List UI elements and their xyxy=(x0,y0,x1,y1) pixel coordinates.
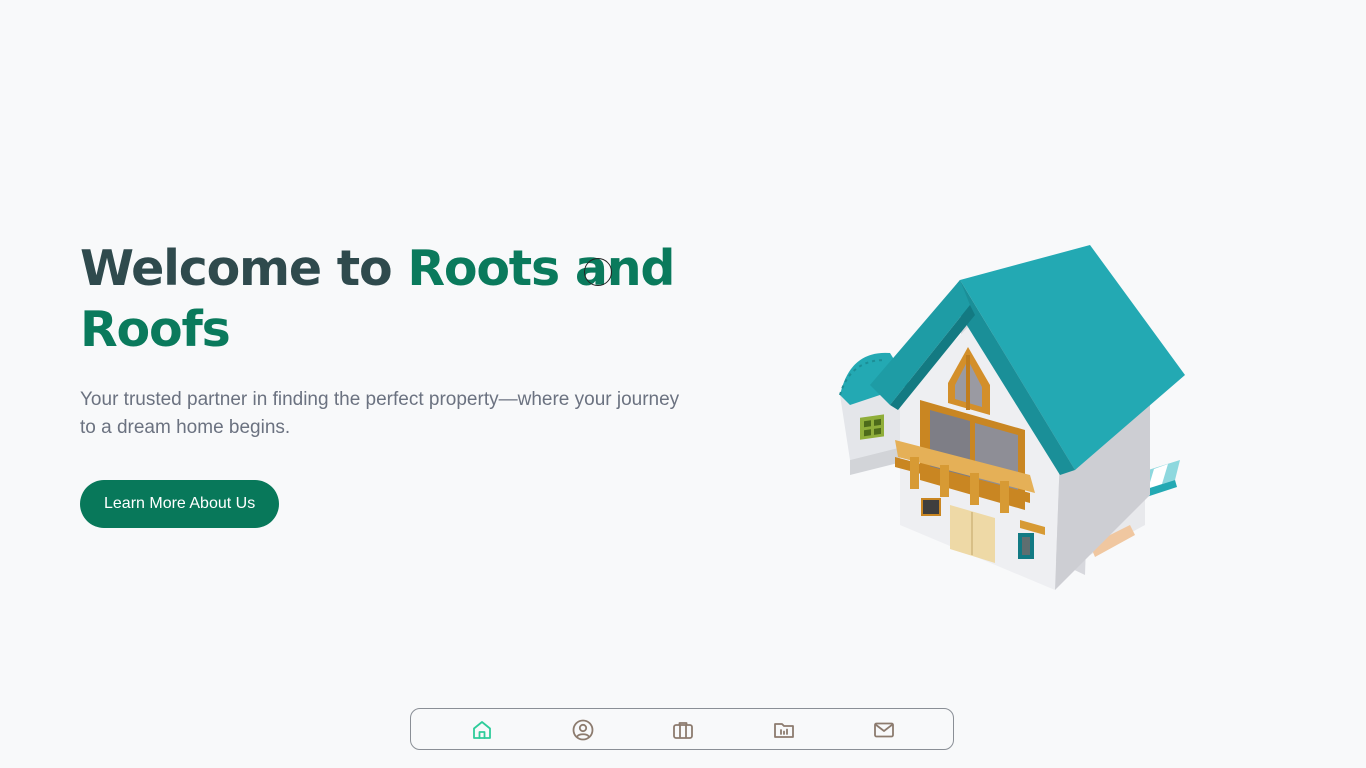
hero-title-plain: Welcome to xyxy=(80,240,408,297)
learn-more-button[interactable]: Learn More About Us xyxy=(80,480,280,528)
hero-subtitle: Your trusted partner in finding the perf… xyxy=(80,389,680,438)
user-circle-icon xyxy=(572,719,594,741)
house-illustration xyxy=(839,245,1185,590)
nav-home-button[interactable] xyxy=(469,717,495,743)
nav-services-button[interactable] xyxy=(670,717,696,743)
nav-profile-button[interactable] xyxy=(570,717,596,743)
mouse-cursor-indicator xyxy=(584,258,612,286)
bottom-nav-dock xyxy=(410,708,954,750)
page: Welcome to Roots and Roofs Your trusted … xyxy=(0,0,1366,768)
briefcase-icon xyxy=(673,722,693,739)
nav-portfolio-button[interactable] xyxy=(771,717,797,743)
nav-contact-button[interactable] xyxy=(871,717,897,743)
folder-icon xyxy=(774,723,794,738)
mail-icon xyxy=(874,722,894,738)
hero-title: Welcome to Roots and Roofs xyxy=(80,238,700,360)
home-icon xyxy=(473,721,491,739)
